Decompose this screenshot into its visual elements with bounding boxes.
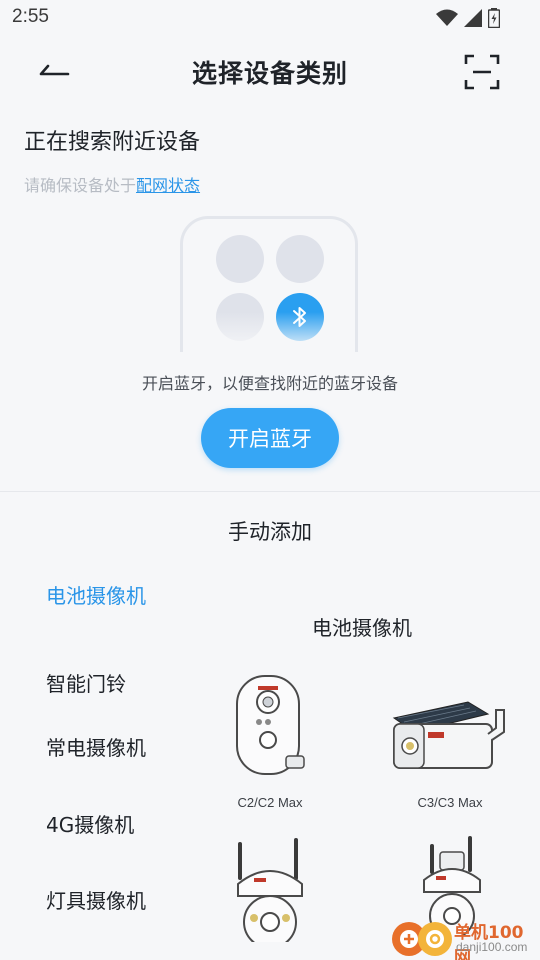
camera-c3-image (392, 701, 505, 769)
plus-icon (400, 930, 418, 948)
manual-add-title: 手动添加 (228, 520, 312, 544)
scan-button[interactable] (462, 52, 502, 92)
cellular-signal-icon (464, 9, 482, 27)
bluetooth-hint: 开启蓝牙，以便查找附近的蓝牙设备 (141, 374, 398, 393)
search-hint-text: 请确保设备处于 (24, 176, 137, 195)
device-placeholder-dot (276, 235, 324, 283)
status-time: 2:55 (12, 6, 49, 27)
camera-ptz-image (237, 838, 303, 949)
watermark-logo: 单机100网 danji100.com (392, 914, 540, 960)
device-c2-card[interactable] (222, 672, 312, 782)
divider (0, 491, 540, 492)
scan-icon (464, 54, 500, 90)
search-title: 正在搜索附近设备 (24, 130, 201, 155)
header: 选择设备类别 (0, 40, 540, 104)
play-icon (426, 930, 444, 948)
camera-c2-image (236, 675, 305, 775)
wifi-icon (436, 9, 458, 26)
category-heading: 电池摄像机 (312, 616, 412, 640)
enable-bluetooth-button[interactable]: 开启蓝牙 (201, 408, 339, 468)
device-placeholder-dot (216, 235, 264, 283)
status-icons (436, 8, 500, 28)
category-battery-camera[interactable]: 电池摄像机 (46, 584, 146, 609)
category-smart-doorbell[interactable]: 智能门铃 (46, 672, 146, 697)
device-ptz-card[interactable] (228, 838, 312, 949)
battery-icon (488, 8, 500, 28)
phone-fade (183, 312, 355, 352)
search-hint: 请确保设备处于配网状态 (24, 172, 200, 196)
phone-illustration (180, 216, 358, 352)
category-wired-camera[interactable]: 常电摄像机 (46, 736, 146, 761)
status-bar: 2:55 (0, 0, 540, 36)
watermark-url: danji100.com (456, 940, 528, 954)
category-floodlight-camera[interactable]: 灯具摄像机 (46, 889, 146, 914)
device-c2-label: C2/C2 Max (237, 795, 303, 810)
pairing-mode-link[interactable]: 配网状态 (136, 176, 200, 195)
category-4g-camera[interactable]: 4G摄像机 (46, 813, 146, 838)
device-c3-card[interactable] (388, 680, 512, 780)
device-c3-label: C3/C3 Max (417, 795, 483, 810)
page-title: 选择设备类别 (191, 59, 348, 88)
